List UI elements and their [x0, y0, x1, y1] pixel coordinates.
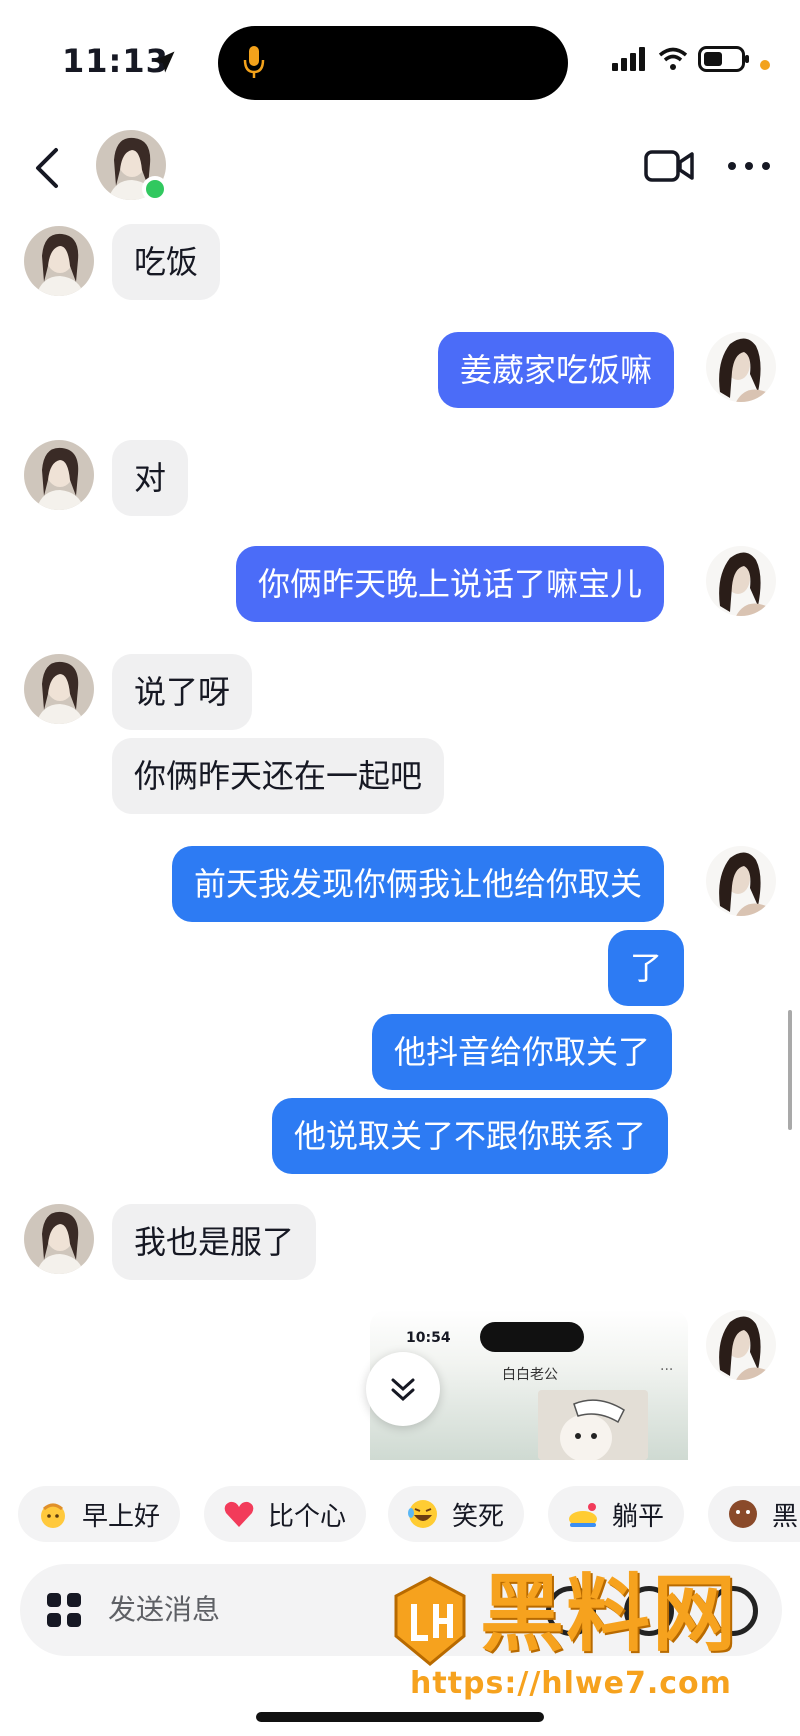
my-avatar[interactable] — [706, 846, 776, 916]
privacy-indicator-dot — [760, 60, 770, 70]
video-camera-icon[interactable] — [644, 148, 694, 184]
microphone-icon — [243, 46, 265, 78]
message-bubble-outgoing[interactable]: 前天我发现你俩我让他给你取关 — [172, 846, 665, 922]
battery-icon — [698, 46, 749, 72]
quick-reply-chip[interactable]: 黑 — [708, 1486, 800, 1542]
home-indicator[interactable] — [256, 1712, 544, 1722]
watermark-logo — [394, 1576, 466, 1666]
preview-sticker-image — [538, 1390, 648, 1460]
watermark-url: https://hlwe7.com — [410, 1666, 732, 1701]
message-bubble-outgoing[interactable]: 了 — [608, 930, 685, 1006]
more-dots-icon[interactable] — [726, 156, 772, 176]
message-bubble-outgoing[interactable]: 姜葳家吃饭嘛 — [438, 332, 675, 408]
message-input[interactable]: 发送消息 — [108, 1590, 220, 1630]
preview-time: 10:54 — [406, 1330, 451, 1346]
message-bubble-incoming[interactable]: 你俩昨天还在一起吧 — [112, 738, 445, 814]
laugh-emoji-icon — [408, 1500, 437, 1528]
lying-flat-emoji-icon — [569, 1503, 597, 1527]
message-bubble-outgoing[interactable]: 他说取关了不跟你联系了 — [272, 1098, 669, 1174]
message-bubble-outgoing[interactable]: 他抖音给你取关了 — [372, 1014, 673, 1090]
quick-reply-chip[interactable]: 比个心 — [204, 1486, 367, 1542]
double-chevron-down-icon — [391, 1378, 415, 1402]
my-avatar[interactable] — [706, 546, 776, 616]
message-bubble-outgoing[interactable]: 你俩昨天晚上说话了嘛宝儿 — [236, 546, 665, 622]
location-arrow-icon — [153, 51, 175, 73]
my-avatar[interactable] — [706, 1310, 776, 1380]
quick-reply-chip[interactable]: 早上好 — [18, 1486, 181, 1542]
heart-emoji-icon — [224, 1501, 254, 1527]
chip-label: 笑死 — [452, 1501, 505, 1532]
incoming-avatar[interactable] — [24, 654, 94, 724]
online-status-dot — [142, 176, 168, 202]
incoming-avatar[interactable] — [24, 1204, 94, 1274]
message-bubble-incoming[interactable]: 说了呀 — [112, 654, 253, 730]
quick-reply-chip[interactable]: 躺平 — [548, 1486, 685, 1542]
message-bubble-incoming[interactable]: 我也是服了 — [112, 1204, 317, 1280]
status-icons — [612, 46, 750, 72]
message-bubble-incoming[interactable]: 对 — [112, 440, 189, 516]
sun-emoji-icon — [41, 1503, 65, 1528]
signal-icon — [612, 47, 645, 71]
chip-label: 比个心 — [268, 1501, 347, 1532]
my-avatar[interactable] — [706, 332, 776, 402]
black-emoji-icon — [729, 1500, 757, 1528]
quick-reply-chip[interactable]: 笑死 — [388, 1486, 525, 1542]
preview-dynamic-island — [480, 1322, 584, 1352]
message-bubble-incoming[interactable]: 吃饭 — [112, 224, 221, 300]
incoming-avatar[interactable] — [24, 226, 94, 296]
preview-more-dots: ··· — [660, 1362, 674, 1378]
dynamic-island — [218, 26, 568, 100]
wifi-icon — [658, 47, 688, 70]
incoming-avatar[interactable] — [24, 440, 94, 510]
chip-label: 早上好 — [82, 1501, 161, 1532]
preview-title: 白白老公 — [502, 1367, 558, 1383]
chip-label: 黑 — [772, 1501, 799, 1532]
watermark-brand: 黑料网 — [480, 1565, 739, 1663]
chip-label: 躺平 — [612, 1501, 665, 1532]
scroll-to-bottom-button[interactable] — [366, 1352, 440, 1426]
apps-grid-icon[interactable] — [44, 1590, 84, 1630]
back-button[interactable] — [30, 146, 66, 190]
scroll-indicator[interactable] — [788, 1010, 792, 1130]
